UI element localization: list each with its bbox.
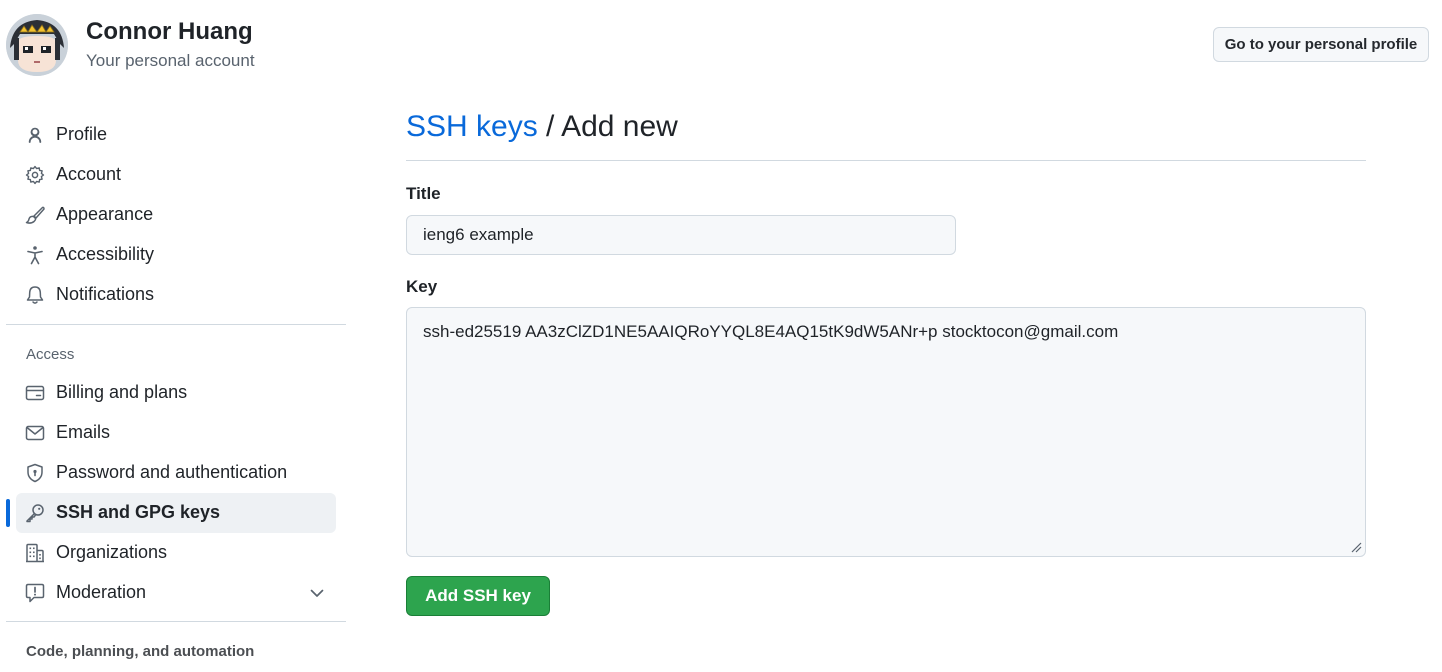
title-divider bbox=[406, 160, 1366, 161]
sidebar-item-label: Notifications bbox=[56, 284, 155, 304]
breadcrumb-separator: / bbox=[537, 110, 562, 143]
sidebar-item-organizations[interactable]: Organizations bbox=[16, 533, 336, 573]
section-heading-access: Access bbox=[26, 346, 75, 363]
sidebar-item-label: SSH and GPG keys bbox=[56, 502, 221, 522]
chevron-down-icon[interactable] bbox=[308, 584, 326, 602]
sidebar-item-appearance[interactable]: Appearance bbox=[16, 195, 336, 235]
sidebar-item-label: Appearance bbox=[56, 204, 154, 224]
mail-icon bbox=[25, 425, 45, 441]
sidebar-item-billing[interactable]: Billing and plans bbox=[16, 373, 336, 413]
paintbrush-icon bbox=[25, 206, 45, 224]
user-name: Connor Huang bbox=[86, 18, 253, 45]
key-icon bbox=[26, 504, 44, 523]
page-title: SSH keys / Add new bbox=[406, 110, 678, 144]
account-subtitle: Your personal account bbox=[86, 51, 255, 70]
sidebar-item-label: Accessibility bbox=[56, 244, 155, 264]
sidebar-item-label: Billing and plans bbox=[56, 382, 188, 402]
breadcrumb-ssh-keys-link[interactable]: SSH keys bbox=[406, 110, 538, 143]
report-icon bbox=[25, 583, 45, 603]
sidebar-item-ssh-gpg-keys[interactable]: SSH and GPG keys bbox=[6, 493, 336, 533]
sidebar-item-label: Organizations bbox=[56, 542, 168, 562]
bell-icon bbox=[26, 286, 44, 304]
key-textarea[interactable]: ssh-ed25519 AA3zClZD1NE5AAIQRoYYQL8E4AQ1… bbox=[406, 307, 1366, 557]
sidebar-item-profile[interactable]: Profile bbox=[16, 115, 336, 155]
accessibility-icon bbox=[27, 246, 43, 265]
sidebar-item-password-authentication[interactable]: Password and authentication bbox=[16, 453, 336, 493]
sidebar-item-emails[interactable]: Emails bbox=[16, 413, 336, 453]
gear-icon bbox=[25, 165, 45, 185]
sidebar-item-account[interactable]: Account bbox=[16, 155, 336, 195]
sidebar-divider bbox=[6, 324, 346, 325]
credit-card-icon bbox=[25, 385, 45, 401]
sidebar-item-notifications[interactable]: Notifications bbox=[16, 275, 336, 315]
shield-lock-icon bbox=[27, 463, 43, 483]
go-to-profile-button[interactable]: Go to your personal profile bbox=[1213, 27, 1429, 62]
add-ssh-key-button[interactable]: Add SSH key bbox=[406, 576, 550, 616]
sidebar-divider bbox=[6, 621, 346, 622]
sidebar-item-label: Profile bbox=[56, 124, 108, 144]
resize-grip-icon[interactable] bbox=[1350, 541, 1362, 553]
organization-icon bbox=[26, 543, 44, 563]
sidebar-item-moderation[interactable]: Moderation bbox=[16, 573, 336, 613]
sidebar-item-label: Moderation bbox=[56, 582, 147, 602]
person-icon bbox=[28, 127, 42, 143]
title-input[interactable] bbox=[406, 215, 956, 255]
sidebar-item-label: Password and authentication bbox=[56, 462, 288, 482]
sidebar-item-accessibility[interactable]: Accessibility bbox=[16, 235, 336, 275]
sidebar-item-label: Emails bbox=[56, 422, 111, 442]
avatar[interactable] bbox=[6, 14, 68, 76]
active-indicator bbox=[6, 499, 10, 527]
section-heading-code-planning: Code, planning, and automation bbox=[26, 643, 255, 660]
key-field-label: Key bbox=[406, 277, 438, 296]
title-field-label: Title bbox=[406, 184, 441, 203]
breadcrumb-current: Add new bbox=[561, 110, 678, 143]
sidebar-item-label: Account bbox=[56, 164, 122, 184]
